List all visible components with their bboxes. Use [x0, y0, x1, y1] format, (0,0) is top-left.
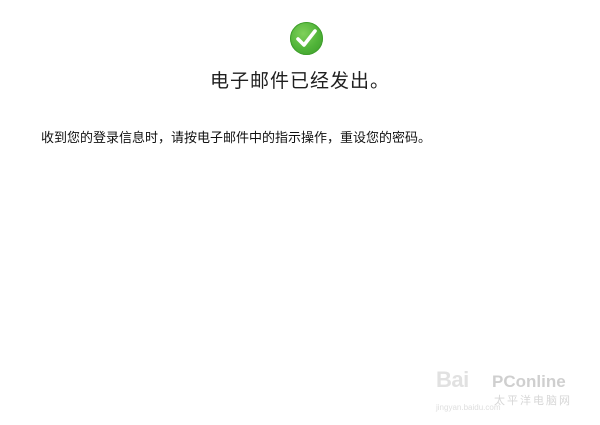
- watermark-site-name: PConline: [492, 372, 566, 391]
- page-title: 电子邮件已经发出。: [209, 70, 390, 92]
- instruction-text: 收到您的登录信息时，请按电子邮件中的指示操作，重设您的密码。: [41, 131, 432, 146]
- watermark-url: jingyan.baidu.com: [436, 403, 501, 412]
- watermark-brand: Bai: [436, 367, 469, 392]
- checkmark-circle-icon: [290, 22, 323, 55]
- email-sent-page: 电子邮件已经发出。 收到您的登录信息时，请按电子邮件中的指示操作，重设您的密码。…: [0, 0, 600, 425]
- watermark-site-name-cn: 太平洋电脑网: [494, 394, 572, 407]
- watermark: Bai PConline 太平洋电脑网 jingyan.baidu.com: [436, 367, 586, 415]
